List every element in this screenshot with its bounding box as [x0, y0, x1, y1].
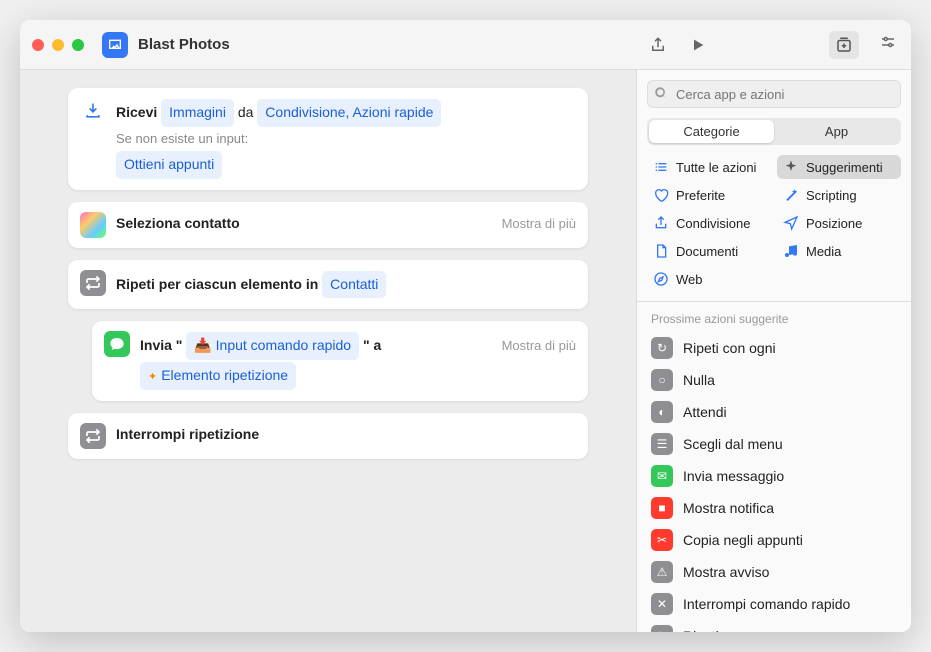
action-icon: ⚠ [651, 561, 673, 583]
action-label: Nulla [683, 372, 715, 388]
show-more-button[interactable]: Mostra di più [492, 213, 576, 235]
send-message-action[interactable]: Invia " 📥 Input comando rapido " a Mostr… [92, 321, 588, 401]
suggested-action[interactable]: ✉ Invia messaggio [637, 460, 911, 492]
safari-icon [653, 271, 669, 287]
action-label: Mostra notifica [683, 500, 774, 516]
traffic-lights [32, 39, 84, 51]
category-location[interactable]: Posizione [777, 211, 901, 235]
action-icon: ↻ [651, 625, 673, 632]
location-icon [783, 215, 799, 231]
titlebar: Blast Photos [20, 20, 911, 70]
suggested-action[interactable]: ✂ Copia negli appunti [637, 524, 911, 556]
receive-input-action[interactable]: Ricevi Immagini da Condivisione, Azioni … [68, 88, 588, 190]
run-button[interactable] [687, 34, 709, 56]
category-all-actions[interactable]: Tutte le azioni [647, 155, 771, 179]
repeat-collection-token[interactable]: Contatti [322, 271, 386, 299]
repeat-label: Ripeti per ciascun elemento in [116, 276, 318, 292]
send-input-token[interactable]: 📥 Input comando rapido [186, 332, 359, 360]
shortcut-icon [102, 32, 128, 58]
category-grid: Tutte le azioni Suggerimenti Preferite S… [637, 155, 911, 301]
contacts-icon [80, 212, 106, 238]
workflow-editor: Ricevi Immagini da Condivisione, Azioni … [20, 70, 636, 632]
action-icon: ↻ [651, 337, 673, 359]
document-icon [653, 243, 669, 259]
action-icon: ✉ [651, 465, 673, 487]
action-icon: ■ [651, 497, 673, 519]
library-segmented-control: Categorie App [647, 118, 901, 145]
messages-icon [104, 331, 130, 357]
music-icon [783, 243, 799, 259]
send-suffix: " a [363, 337, 381, 353]
recipient-token[interactable]: Elemento ripetizione [140, 362, 296, 390]
category-documents[interactable]: Documenti [647, 239, 771, 263]
category-media[interactable]: Media [777, 239, 901, 263]
app-window: Blast Photos [20, 20, 911, 632]
end-repeat-action[interactable]: Interrompi ripetizione [68, 413, 588, 459]
suggested-action[interactable]: ✕Interrompi comando rapido [637, 588, 911, 620]
category-sharing[interactable]: Condivisione [647, 211, 771, 235]
share-icon [653, 215, 669, 231]
repeat-each-action[interactable]: Ripeti per ciascun elemento in Contatti [68, 260, 588, 310]
action-label: Invia messaggio [683, 468, 784, 484]
suggested-action[interactable]: ↻ Ripeti [637, 620, 911, 632]
categories-tab[interactable]: Categorie [649, 120, 774, 143]
suggested-action[interactable]: ⚠ Mostra avviso [637, 556, 911, 588]
action-label: Attendi [683, 404, 727, 420]
close-window-button[interactable] [32, 39, 44, 51]
action-icon: ○ [651, 369, 673, 391]
search-input[interactable] [647, 80, 901, 108]
apps-tab[interactable]: App [774, 120, 899, 143]
suggestions-header: Prossime azioni suggerite [637, 302, 911, 332]
category-suggestions[interactable]: Suggerimenti [777, 155, 901, 179]
wand-icon [783, 187, 799, 203]
show-more-button[interactable]: Mostra di più [492, 335, 576, 357]
select-contact-title: Seleziona contatto [116, 212, 240, 236]
share-button[interactable] [647, 34, 669, 56]
end-repeat-title: Interrompi ripetizione [116, 426, 259, 442]
repeat-icon [80, 423, 106, 449]
send-prefix: Invia " [140, 337, 182, 353]
zoom-window-button[interactable] [72, 39, 84, 51]
action-label: Scegli dal menu [683, 436, 783, 452]
input-icon [80, 98, 106, 124]
settings-button[interactable] [877, 31, 899, 53]
suggested-action[interactable]: ↻ Ripeti con ogni [637, 332, 911, 364]
input-sources-token[interactable]: Condivisione, Azioni rapide [257, 99, 441, 127]
action-label: Interrompi comando rapido [683, 596, 850, 612]
search-box [647, 80, 901, 108]
category-web[interactable]: Web [647, 267, 771, 291]
receive-label: Ricevi [116, 104, 157, 120]
category-scripting[interactable]: Scripting [777, 183, 901, 207]
action-icon: ✂ [651, 529, 673, 551]
library-sidebar: Categorie App Tutte le azioni Suggerimen… [636, 70, 911, 632]
input-type-token[interactable]: Immagini [161, 99, 234, 127]
action-label: Copia negli appunti [683, 532, 803, 548]
suggested-action[interactable]: ■ Mostra notifica [637, 492, 911, 524]
heart-icon [653, 187, 669, 203]
action-label: Ripeti [683, 628, 719, 632]
repeat-icon [80, 270, 106, 296]
from-label: da [238, 104, 254, 120]
category-favorites[interactable]: Preferite [647, 183, 771, 207]
suggested-actions-list: ↻ Ripeti con ogni ○ Nulla ◐ Attendi ☰ Scegli da… [637, 332, 911, 632]
suggested-action[interactable]: ○ Nulla [637, 364, 911, 396]
action-label: Mostra avviso [683, 564, 769, 580]
no-input-label: Se non esiste un input: [116, 128, 576, 150]
library-toggle-button[interactable] [829, 31, 859, 59]
minimize-window-button[interactable] [52, 39, 64, 51]
fallback-token[interactable]: Ottieni appunti [116, 151, 222, 179]
action-icon: ☰ [651, 433, 673, 455]
suggested-action[interactable]: ◐ Attendi [637, 396, 911, 428]
suggested-action[interactable]: ☰ Scegli dal menu [637, 428, 911, 460]
select-contact-action[interactable]: Seleziona contatto Mostra di più [68, 202, 588, 248]
search-icon [654, 86, 669, 101]
action-label: Ripeti con ogni [683, 340, 776, 356]
action-icon: ◐ [651, 401, 673, 423]
sparkle-icon [783, 159, 799, 175]
list-icon [653, 159, 669, 175]
window-title: Blast Photos [138, 36, 647, 53]
